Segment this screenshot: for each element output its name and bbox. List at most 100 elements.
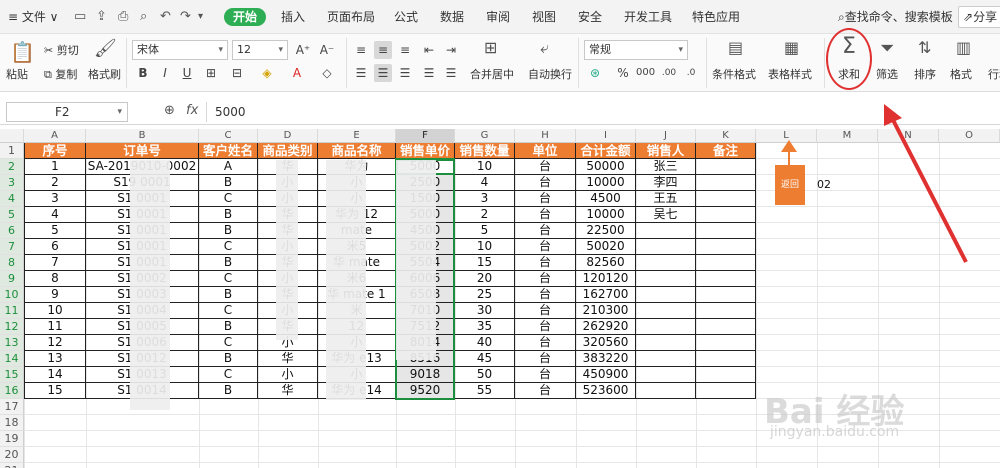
- table-cell[interactable]: 4: [455, 175, 515, 191]
- print-preview-icon[interactable]: ⌕: [140, 9, 147, 24]
- table-cell[interactable]: C: [199, 367, 258, 383]
- number-format-select[interactable]: 常规 ▾: [584, 40, 688, 60]
- table-cell[interactable]: 12: [24, 335, 86, 351]
- table-header-cell[interactable]: 序号: [24, 143, 86, 159]
- table-cell[interactable]: 华: [258, 351, 318, 367]
- table-header-cell[interactable]: 商品名称: [318, 143, 396, 159]
- table-cell[interactable]: [636, 383, 696, 399]
- table-cell[interactable]: 台: [515, 255, 576, 271]
- filter-icon[interactable]: ⏷: [880, 38, 894, 59]
- table-cell[interactable]: 小: [258, 367, 318, 383]
- table-cell[interactable]: 4: [24, 207, 86, 223]
- column-header-I[interactable]: I: [576, 129, 636, 143]
- tab-start[interactable]: 开始: [224, 8, 266, 26]
- table-cell[interactable]: 8: [24, 271, 86, 287]
- table-cell[interactable]: [696, 287, 756, 303]
- table-cell[interactable]: 10000: [576, 207, 636, 223]
- table-cell[interactable]: [696, 303, 756, 319]
- font-color-icon[interactable]: A: [288, 64, 306, 82]
- tab-insert[interactable]: 插入: [281, 0, 305, 34]
- column-header-F[interactable]: F: [396, 129, 455, 143]
- table-cell[interactable]: B: [199, 255, 258, 271]
- save-icon[interactable]: ▭: [74, 9, 86, 24]
- table-cell[interactable]: 22500: [576, 223, 636, 239]
- table-cell[interactable]: 320560: [576, 335, 636, 351]
- table-cell[interactable]: [696, 383, 756, 399]
- table-cell[interactable]: 262920: [576, 319, 636, 335]
- table-cell[interactable]: 40: [455, 335, 515, 351]
- row-header-6[interactable]: 6: [0, 223, 24, 239]
- table-cell[interactable]: 10: [24, 303, 86, 319]
- merge-center-button[interactable]: 合并居中: [470, 66, 514, 82]
- paste-button[interactable]: 粘贴: [6, 66, 28, 82]
- table-header-cell[interactable]: 备注: [696, 143, 756, 159]
- table-cell[interactable]: [696, 319, 756, 335]
- table-cell[interactable]: 李四: [636, 175, 696, 191]
- decrease-font-icon[interactable]: A⁻: [318, 41, 336, 59]
- paste-icon[interactable]: 📋: [10, 40, 35, 64]
- align-left-icon[interactable]: ☰: [352, 64, 370, 82]
- font-name-select[interactable]: 宋体 ▾: [132, 40, 228, 60]
- table-cell[interactable]: 50: [455, 367, 515, 383]
- row-header-4[interactable]: 4: [0, 191, 24, 207]
- wrap-text-button[interactable]: 自动换行: [528, 66, 572, 82]
- table-cell[interactable]: 台: [515, 207, 576, 223]
- tab-security[interactable]: 安全: [578, 0, 602, 34]
- table-cell[interactable]: 20: [455, 271, 515, 287]
- table-cell[interactable]: B: [199, 383, 258, 399]
- table-cell[interactable]: 25: [455, 287, 515, 303]
- table-cell[interactable]: 台: [515, 383, 576, 399]
- table-cell[interactable]: 13: [24, 351, 86, 367]
- distribute-icon[interactable]: ☰: [442, 64, 460, 82]
- table-cell[interactable]: C: [199, 303, 258, 319]
- table-header-cell[interactable]: 销售人: [636, 143, 696, 159]
- tab-review[interactable]: 审阅: [486, 0, 510, 34]
- column-header-L[interactable]: L: [756, 129, 817, 143]
- table-cell[interactable]: 台: [515, 239, 576, 255]
- table-cell[interactable]: 50000: [576, 159, 636, 175]
- table-cell[interactable]: 9: [24, 287, 86, 303]
- percent-button[interactable]: %: [614, 64, 632, 82]
- qat-more-icon[interactable]: ▾: [198, 11, 203, 22]
- table-cell[interactable]: [696, 159, 756, 175]
- border-icon[interactable]: ⊞: [202, 64, 220, 82]
- sort-icon[interactable]: ⇅: [918, 38, 931, 57]
- row-header-1[interactable]: 1: [0, 143, 24, 159]
- table-cell[interactable]: B: [199, 351, 258, 367]
- table-cell[interactable]: 450900: [576, 367, 636, 383]
- table-cell[interactable]: [636, 287, 696, 303]
- table-cell[interactable]: 82560: [576, 255, 636, 271]
- rows-cols-button[interactable]: 行和列: [988, 66, 1000, 82]
- column-header-H[interactable]: H: [515, 129, 576, 143]
- merge-center-icon[interactable]: ⊞: [484, 38, 497, 57]
- sort-button[interactable]: 排序: [914, 66, 936, 82]
- table-cell[interactable]: [636, 319, 696, 335]
- filter-button[interactable]: 筛选: [876, 66, 898, 82]
- thousands-icon[interactable]: 000: [636, 64, 655, 82]
- table-header-cell[interactable]: 客户姓名: [199, 143, 258, 159]
- table-cell[interactable]: B: [199, 223, 258, 239]
- row-header-15[interactable]: 15: [0, 367, 24, 383]
- table-cell[interactable]: 台: [515, 335, 576, 351]
- align-bottom-icon[interactable]: ≡: [396, 41, 414, 59]
- table-cell[interactable]: 10: [455, 159, 515, 175]
- increase-decimal-icon[interactable]: .00: [660, 64, 678, 82]
- row-header-19[interactable]: 19: [0, 431, 24, 447]
- column-header-G[interactable]: G: [455, 129, 515, 143]
- file-menu[interactable]: ≡ 文件 ∨: [8, 0, 58, 34]
- indent-increase-icon[interactable]: ⇥: [442, 41, 460, 59]
- table-cell[interactable]: [636, 367, 696, 383]
- table-cell[interactable]: 王五: [636, 191, 696, 207]
- table-cell[interactable]: 15: [24, 383, 86, 399]
- table-cell[interactable]: [696, 175, 756, 191]
- wrap-text-icon[interactable]: ⤶: [540, 38, 549, 58]
- fx-icon[interactable]: fx: [186, 103, 198, 118]
- table-cell[interactable]: [696, 271, 756, 287]
- row-header-8[interactable]: 8: [0, 255, 24, 271]
- tab-formulas[interactable]: 公式: [394, 0, 418, 34]
- table-cell[interactable]: 9018: [396, 367, 455, 383]
- table-cell[interactable]: [636, 223, 696, 239]
- table-cell[interactable]: 台: [515, 303, 576, 319]
- column-header-A[interactable]: A: [24, 129, 86, 143]
- column-header-B[interactable]: B: [86, 129, 199, 143]
